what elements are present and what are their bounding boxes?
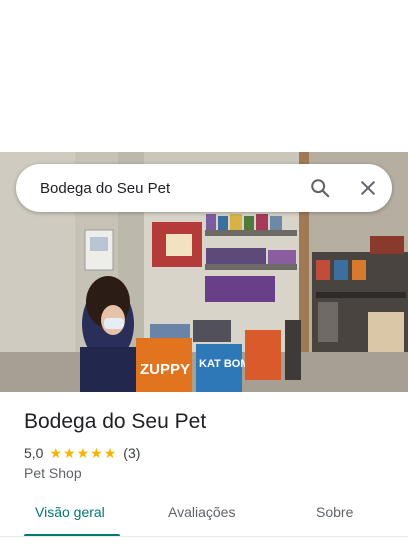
tab-overview[interactable]: Visão geral xyxy=(35,504,105,520)
star-icon: ★ xyxy=(63,445,76,461)
photo-bag-label-zuppy: ZUPPY xyxy=(140,361,190,378)
tab-reviews[interactable]: Avaliações xyxy=(168,504,235,520)
search-input[interactable] xyxy=(16,164,296,212)
tab-about[interactable]: Sobre xyxy=(316,504,353,520)
rating-stars: ★ ★ ★ ★ ★ xyxy=(49,446,117,460)
place-title: Bodega do Seu Pet xyxy=(24,410,207,433)
rating-summary: 5,0 ★ ★ ★ ★ ★ (3) xyxy=(24,445,140,461)
search-button[interactable] xyxy=(296,164,344,212)
rating-value: 5,0 xyxy=(24,445,44,461)
place-category[interactable]: Pet Shop xyxy=(24,465,82,481)
star-icon: ★ xyxy=(76,445,90,461)
star-icon: ★ xyxy=(103,445,117,461)
place-tabs: Visão geral Avaliações Sobre xyxy=(0,494,408,537)
close-icon xyxy=(358,178,378,198)
search-box[interactable] xyxy=(16,164,392,212)
search-icon xyxy=(309,177,331,199)
star-icon: ★ xyxy=(90,445,103,461)
star-icon: ★ xyxy=(49,445,63,461)
map-area-blank xyxy=(0,0,408,152)
tabs-divider xyxy=(0,536,408,537)
photo-bag-label-katbom: KAT BOM xyxy=(199,358,250,370)
review-count-link[interactable]: (3) xyxy=(123,445,140,461)
clear-search-button[interactable] xyxy=(344,164,392,212)
